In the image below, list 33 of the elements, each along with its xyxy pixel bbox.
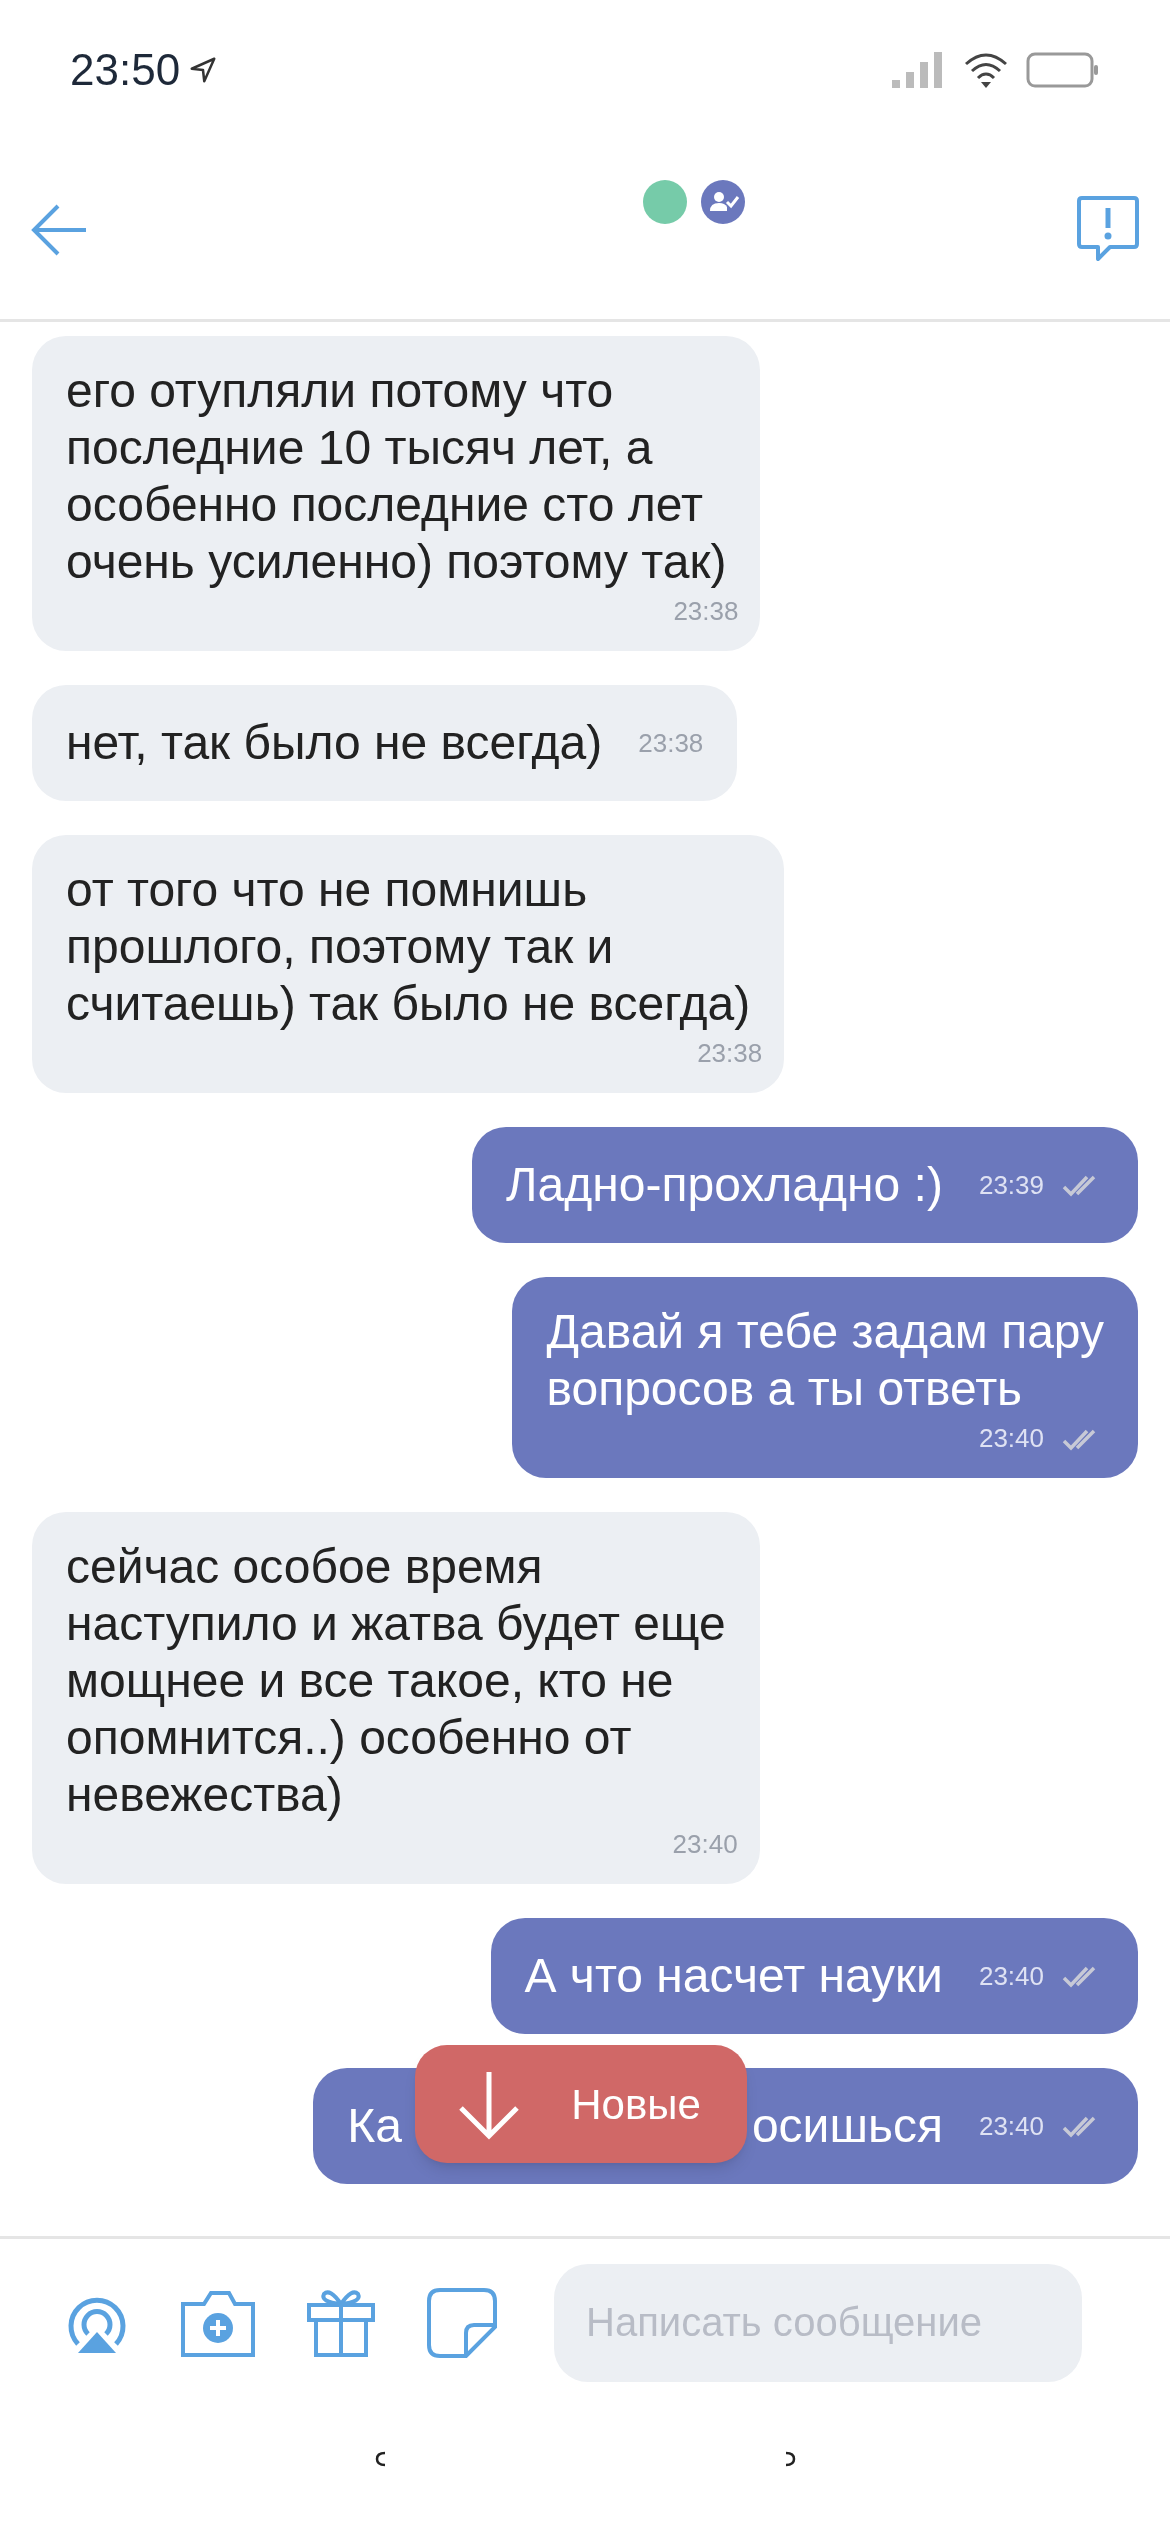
outgoing-message-bubble[interactable]: Давай я тебе задам пару вопросов а ты ответь 23:40 bbox=[512, 1277, 1138, 1478]
message-time: 23:40 bbox=[978, 1959, 1044, 1993]
battery-icon bbox=[1026, 50, 1100, 90]
message-time: 23:38 bbox=[697, 1037, 763, 1070]
message-text: А что насчет науки bbox=[524, 1948, 943, 2004]
message-text: от того что не помнишь прошлого, поэтому так и считаешь) так было не всегда) bbox=[66, 862, 751, 1032]
message-text: осишься bbox=[751, 2098, 943, 2154]
nav-back-icon[interactable] bbox=[373, 2450, 388, 2468]
message-text: Ладно-прохладно :) bbox=[506, 1157, 943, 1213]
outgoing-message-bubble[interactable]: А что насчет науки 23:40 bbox=[490, 1918, 1138, 2034]
incoming-message-bubble[interactable]: его отупляли потому что последние 10 тысяч лет, а особенно последние сто лет очень усиленно) поэтому так) 23:38 bbox=[32, 336, 761, 651]
status-time: 23:50 bbox=[70, 44, 181, 96]
new-messages-button[interactable]: Новые bbox=[415, 2045, 748, 2163]
gift-icon[interactable] bbox=[306, 2287, 376, 2358]
incoming-message-bubble[interactable]: от того что не помнишь прошлого, поэтому так и считаешь) так было не всегда) 23:38 bbox=[32, 835, 785, 1093]
message-time: 23:40 bbox=[978, 2109, 1044, 2143]
message-text: его отупляли потому что последние 10 тысяч лет, а особенно последние сто лет очень усиленно) поэтому так) bbox=[66, 363, 727, 590]
message-time: 23:38 bbox=[638, 726, 704, 760]
incoming-message-bubble[interactable]: сейчас особое время наступило и жатва будет еще мощнее и все такое, кто не опомнится..) особенно от невежества) 23:40 bbox=[32, 1512, 760, 1884]
message-text: Ка bbox=[347, 2098, 402, 2154]
incoming-message-bubble[interactable]: нет, так было не всегда) 23:38 bbox=[32, 685, 738, 801]
wifi-icon bbox=[962, 50, 1010, 90]
message-text: Давай я тебе задам пару вопросов а ты ответь bbox=[546, 1304, 1104, 1417]
sticker-icon[interactable] bbox=[426, 2286, 498, 2359]
message-time: 23:40 bbox=[978, 1422, 1044, 1455]
message-time: 23:38 bbox=[673, 595, 739, 628]
message-time: 23:39 bbox=[978, 1168, 1044, 1202]
outgoing-message-bubble[interactable]: Ладно-прохладно :) 23:39 bbox=[472, 1127, 1138, 1243]
message-text: нет, так было не всегда) bbox=[66, 715, 603, 771]
message-text: сейчас особое время наступило и жатва будет еще мощнее и все такое, кто не опомнится..) особенно от невежества) bbox=[66, 1539, 726, 1823]
message-time: 23:40 bbox=[672, 1828, 738, 1861]
avatar[interactable] bbox=[643, 180, 687, 224]
verified-user-icon bbox=[701, 180, 745, 224]
